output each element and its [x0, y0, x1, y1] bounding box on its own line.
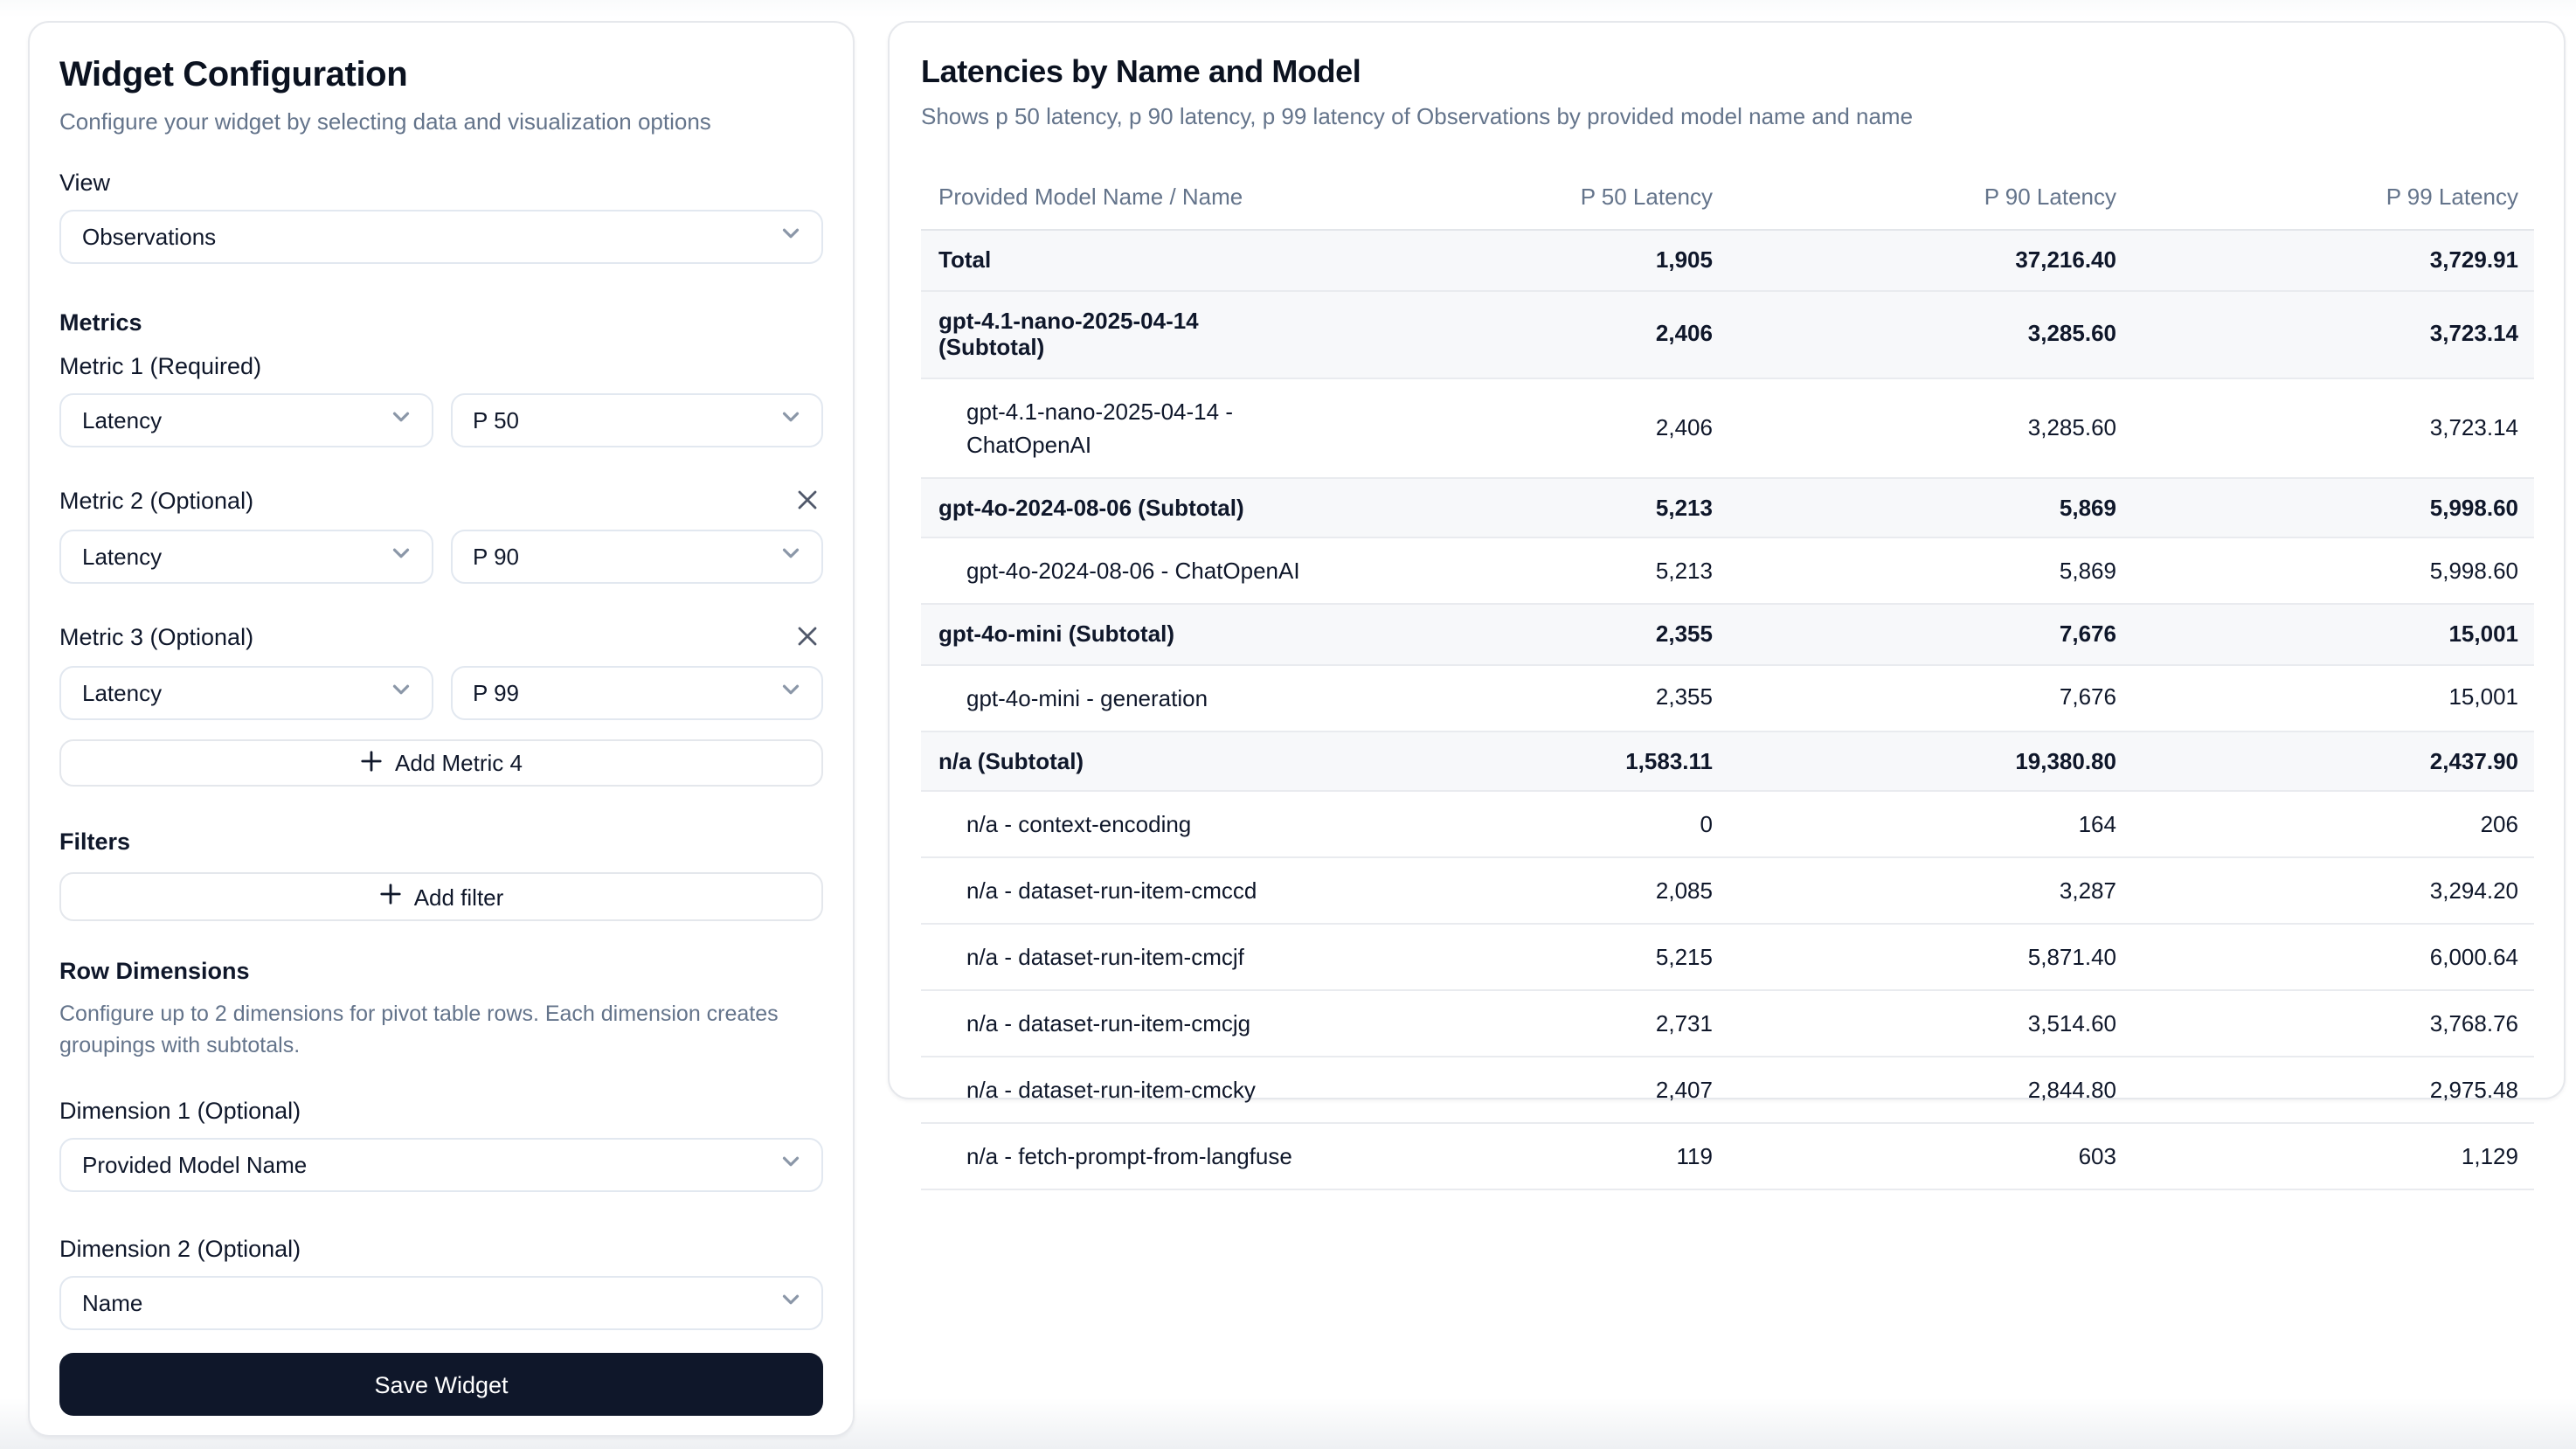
chevron-down-icon: [387, 403, 413, 438]
metric-3-measure-value: Latency: [82, 680, 162, 706]
metrics-heading: Metrics: [59, 309, 823, 337]
close-icon: [795, 487, 820, 517]
metric-2-aggregation-select[interactable]: P 90: [450, 530, 823, 584]
chevron-down-icon: [778, 1147, 804, 1182]
table-row-subtotal: n/a (Subtotal) 1,583.11 19,380.80 2,437.…: [921, 731, 2534, 791]
filters-heading: Filters: [59, 828, 823, 856]
preview-subtitle: Shows p 50 latency, p 90 latency, p 99 l…: [921, 101, 2532, 133]
dimension-1-select[interactable]: Provided Model Name: [59, 1138, 823, 1192]
table-row: n/a - fetch-prompt-from-langfuse 119 603…: [921, 1123, 2534, 1189]
add-filter-label: Add filter: [414, 884, 504, 910]
preview-title: Latencies by Name and Model: [921, 51, 2532, 93]
page: Widget Configuration Configure your widg…: [0, 0, 2576, 1449]
chevron-down-icon: [778, 403, 804, 438]
metric-1-measure-value: Latency: [82, 407, 162, 433]
metric-1-label: Metric 1 (Required): [59, 353, 823, 381]
widget-preview-panel: Latencies by Name and Model Shows p 50 l…: [888, 21, 2566, 1099]
chevron-down-icon: [778, 219, 804, 254]
table-row-subtotal: gpt-4o-2024-08-06 (Subtotal) 5,213 5,869…: [921, 477, 2534, 537]
table-row: n/a - dataset-run-item-cmccd 2,085 3,287…: [921, 857, 2534, 924]
metric-1-aggregation-select[interactable]: P 50: [450, 393, 823, 447]
column-header-name: Provided Model Name / Name: [921, 168, 1323, 230]
table-row: n/a - dataset-run-item-cmcky 2,407 2,844…: [921, 1057, 2534, 1123]
metric-3-label: Metric 3 (Optional): [59, 624, 253, 652]
add-metric-button[interactable]: Add Metric 4: [59, 739, 823, 787]
add-metric-label: Add Metric 4: [395, 750, 523, 776]
metric-3-measure-select[interactable]: Latency: [59, 666, 433, 720]
row-dimensions-heading: Row Dimensions: [59, 958, 823, 986]
plus-icon: [360, 749, 383, 777]
dimension-2-select[interactable]: Name: [59, 1276, 823, 1330]
dimension-2-value: Name: [82, 1290, 142, 1316]
table-row: gpt-4o-mini - generation 2,355 7,676 15,…: [921, 664, 2534, 731]
chevron-down-icon: [778, 1286, 804, 1321]
chevron-down-icon: [387, 676, 413, 711]
metric-2-aggregation-value: P 90: [473, 544, 519, 570]
metric-2-measure-value: Latency: [82, 544, 162, 570]
table-row-total: Total 1,905 37,216.40 3,729.91: [921, 230, 2534, 290]
dimension-2-label: Dimension 2 (Optional): [59, 1236, 823, 1264]
plus-icon: [379, 883, 402, 911]
remove-metric-2-button[interactable]: [792, 486, 823, 517]
metric-2-measure-select[interactable]: Latency: [59, 530, 433, 584]
column-header-p90: P 90 Latency: [1728, 168, 2132, 230]
add-filter-button[interactable]: Add filter: [59, 872, 823, 921]
column-header-p50: P 50 Latency: [1323, 168, 1728, 230]
remove-metric-3-button[interactable]: [792, 622, 823, 654]
view-label: View: [59, 170, 823, 198]
table-row: gpt-4.1-nano-2025-04-14 - ChatOpenAI 2,4…: [921, 378, 2534, 477]
metric-2-label: Metric 2 (Optional): [59, 488, 253, 516]
table-row-subtotal: gpt-4.1-nano-2025-04-14 (Subtotal) 2,406…: [921, 290, 2534, 378]
table-row: n/a - dataset-run-item-cmcjf 5,215 5,871…: [921, 924, 2534, 990]
metric-1-measure-select[interactable]: Latency: [59, 393, 433, 447]
metric-1-aggregation-value: P 50: [473, 407, 519, 433]
chevron-down-icon: [778, 676, 804, 711]
dimension-1-label: Dimension 1 (Optional): [59, 1098, 823, 1126]
page-subtitle: Configure your widget by selecting data …: [59, 107, 823, 138]
save-widget-button[interactable]: Save Widget: [59, 1353, 823, 1416]
page-title: Widget Configuration: [59, 52, 823, 98]
table-row-subtotal: gpt-4o-mini (Subtotal) 2,355 7,676 15,00…: [921, 604, 2534, 664]
row-dimensions-description: Configure up to 2 dimensions for pivot t…: [59, 998, 823, 1061]
chevron-down-icon: [387, 539, 413, 574]
save-widget-label: Save Widget: [374, 1371, 508, 1397]
widget-configuration-panel: Widget Configuration Configure your widg…: [28, 21, 855, 1437]
column-header-p99: P 99 Latency: [2132, 168, 2534, 230]
view-select-value: Observations: [82, 224, 216, 250]
chevron-down-icon: [778, 539, 804, 574]
metric-3-aggregation-select[interactable]: P 99: [450, 666, 823, 720]
metric-3-aggregation-value: P 99: [473, 680, 519, 706]
table-row: n/a - dataset-run-item-cmcjg 2,731 3,514…: [921, 990, 2534, 1057]
pivot-table: Provided Model Name / Name P 50 Latency …: [921, 168, 2534, 1190]
table-row: gpt-4o-2024-08-06 - ChatOpenAI 5,213 5,8…: [921, 537, 2534, 604]
table-row: n/a - context-encoding 0 164 206: [921, 791, 2534, 857]
view-select[interactable]: Observations: [59, 210, 823, 264]
dimension-1-value: Provided Model Name: [82, 1152, 307, 1178]
table-header-row: Provided Model Name / Name P 50 Latency …: [921, 168, 2534, 230]
close-icon: [795, 623, 820, 653]
